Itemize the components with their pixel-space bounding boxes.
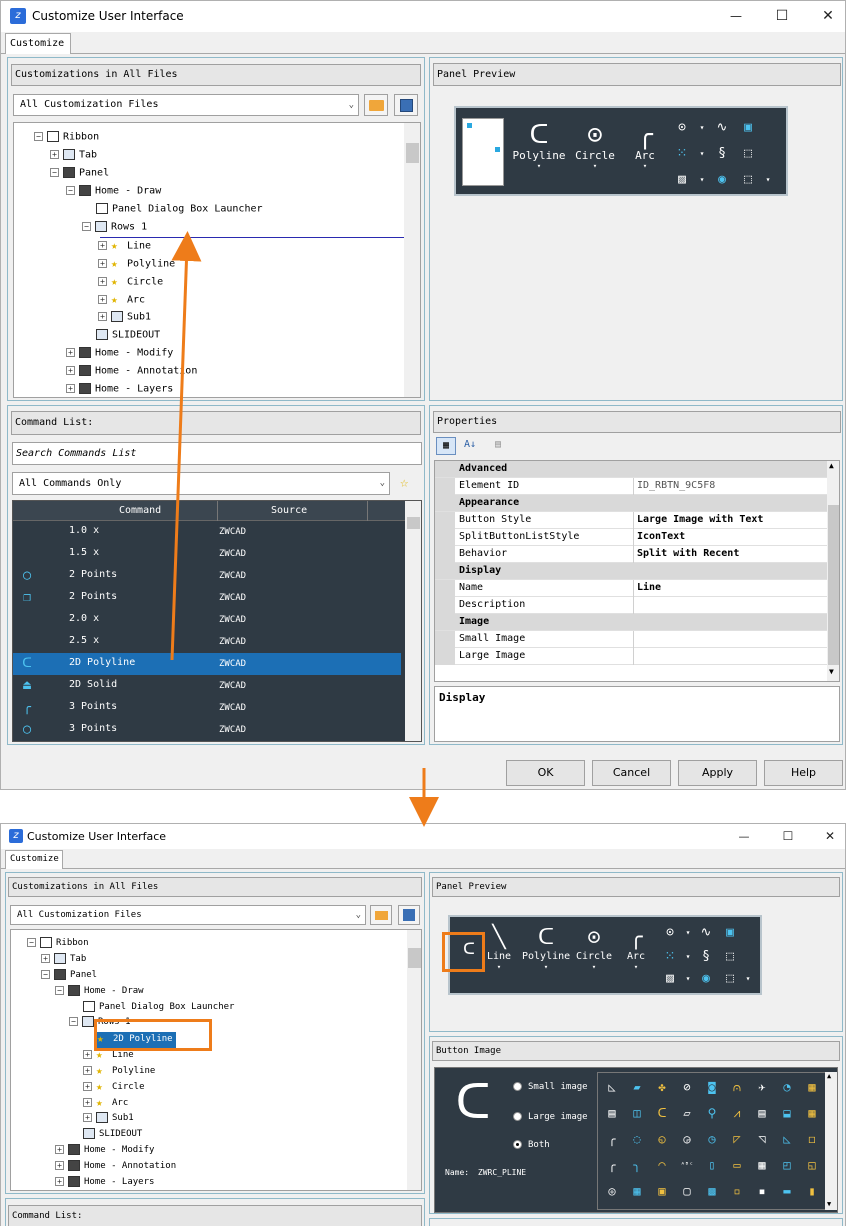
drag-annotation-overlay [170,231,439,827]
drag-arrow [170,231,202,661]
